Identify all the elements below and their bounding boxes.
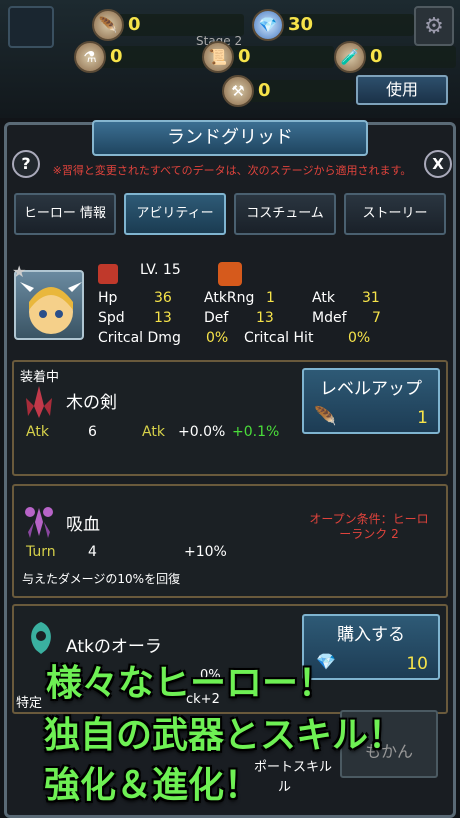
critdmg-value: 0% xyxy=(206,330,229,346)
resource-green-potion: 🧪 0 xyxy=(334,41,456,73)
weapon-card: 装着中 木の剣 Atk 6 Atk +0.0% +0.1% レベルアップ 1 🪶 xyxy=(12,360,448,476)
resource-feather: 🪶 0 xyxy=(92,9,244,41)
inventory-button[interactable] xyxy=(8,6,54,48)
diamond-gem-icon: 💎 xyxy=(252,9,284,41)
feather-quill-icon: 🪶 xyxy=(92,9,124,41)
promo-line-3: 強化＆進化！ xyxy=(44,765,261,806)
equipped-label: 装着中 xyxy=(20,370,60,385)
tab-costume[interactable]: コスチューム xyxy=(234,193,336,235)
notice-text: ※習得と変更されたすべてのデータは、次のステージから適用されます。 xyxy=(52,164,412,177)
crithit-value: 0% xyxy=(348,330,371,346)
hero-level: LV. 15 xyxy=(140,262,181,278)
weapon-atk-value: 6 xyxy=(88,424,97,440)
promo-line-2: 独自の武器とスキル！ xyxy=(44,715,405,756)
star-rank-icon: ★ xyxy=(12,262,27,281)
resource-anvil: ⚒ 0 xyxy=(222,75,354,107)
drain-card: 吸血 Turn 4 +10% 与えたダメージの10%を回復 オープン条件：ヒーロ… xyxy=(12,484,448,598)
level-up-count: 1 xyxy=(417,408,428,428)
tab-ability[interactable]: アビリティー xyxy=(124,193,226,235)
tab-hero-info[interactable]: ヒーロー 情報 xyxy=(14,193,116,235)
spd-value: 13 xyxy=(154,310,172,326)
panel-title: ランドグリッド xyxy=(92,120,368,156)
level-up-button[interactable]: レベルアップ 1 🪶 xyxy=(302,368,440,434)
weapon-bonus-extra: +0.1% xyxy=(232,424,280,440)
scroll-flask-icon: 📜 xyxy=(202,41,234,73)
settings-gear-icon[interactable]: ⚙ xyxy=(414,6,454,46)
weapon-skill-icon xyxy=(26,386,52,418)
drain-bonus-value: +10% xyxy=(184,544,227,560)
tab-story[interactable]: ストーリー xyxy=(344,193,446,235)
drain-name: 吸血 xyxy=(66,515,100,535)
atkrng-value: 1 xyxy=(266,290,275,306)
potion-icon: ⚗ xyxy=(74,41,106,73)
close-button[interactable]: X xyxy=(424,150,452,178)
weapon-name: 木の剣 xyxy=(66,393,117,413)
resource-diamond: 💎 30 xyxy=(252,9,414,41)
feather-quill-icon: 🪶 xyxy=(314,406,337,427)
resource-scroll: 📜 0 xyxy=(202,41,334,73)
drain-skill-icon xyxy=(25,507,53,538)
promo-line-1: 様々なヒーロー！ xyxy=(46,663,335,704)
aura-skill-icon xyxy=(31,622,51,654)
buy-cost: 10 xyxy=(406,654,428,674)
help-button[interactable]: ? xyxy=(12,150,40,178)
atk-value: 31 xyxy=(362,290,380,306)
tab-bar: ヒーロー 情報 アビリティー コスチューム ストーリー xyxy=(14,193,446,235)
sword-class-icon xyxy=(98,264,118,284)
hp-value: 36 xyxy=(154,290,172,306)
helmet-icon xyxy=(218,262,242,286)
hero-summary: ★ LV. 15 Hp 36 AtkRng 1 Atk 31 Spd 13 De… xyxy=(12,262,381,346)
anvil-icon: ⚒ xyxy=(222,75,254,107)
weapon-bonus-value: +0.0% xyxy=(178,424,226,440)
drain-description: 与えたダメージの10%を回復 xyxy=(22,572,181,586)
drain-turn-value: 4 xyxy=(88,544,97,560)
use-button[interactable]: 使用 xyxy=(356,75,448,105)
def-value: 13 xyxy=(256,310,274,326)
mdef-value: 7 xyxy=(372,310,381,326)
resource-potion: ⚗ 0 xyxy=(74,41,206,73)
open-condition: オープン条件：ヒーローランク 2 xyxy=(309,512,429,541)
green-potion-icon: 🧪 xyxy=(334,41,366,73)
